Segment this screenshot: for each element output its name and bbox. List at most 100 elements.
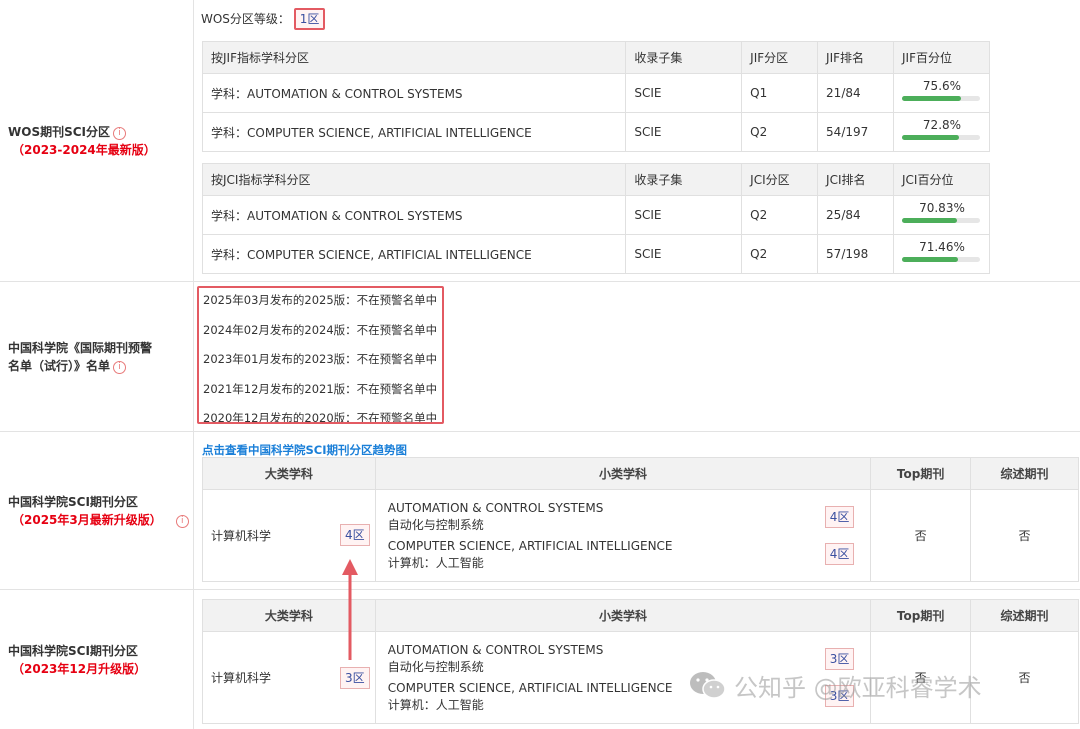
wos-sublabel: （2023-2024年最新版） [12, 142, 156, 157]
jif-rank: 54/197 [817, 112, 894, 152]
jif-subset: SCIE [625, 73, 743, 113]
list-item: 2021年12月发布的2021版：不在预警名单中 [203, 381, 438, 396]
cas2023-header-review: 综述期刊 [970, 599, 1079, 632]
wos-label-cell: WOS期刊SCI分区 i （2023-2024年最新版） [0, 0, 194, 281]
list-item: 2023年01月发布的2023版：不在预警名单中 [203, 352, 438, 366]
jif-subject: 学科：AUTOMATION & CONTROL SYSTEMS [201, 73, 627, 113]
progress-fill [901, 257, 958, 262]
annotation-arrow [342, 559, 358, 660]
cas2023-minor-cn: 自动化与控制系统 [387, 660, 484, 674]
cas2025-minor-zone: 4区 [824, 543, 855, 565]
info-icon[interactable]: i [113, 126, 126, 140]
table-row: 计算机科学 3区 AUTOMATION & CONTROL SYSTEMS 自动… [202, 631, 1079, 724]
list-item: 2020年12月发布的2020版：不在预警名单中 [203, 411, 438, 424]
wos-level-badge: 1区 [293, 8, 326, 30]
jci-header-subset: 收录子集 [625, 163, 743, 196]
jif-header-quartile: JIF分区 [741, 41, 819, 74]
jif-quartile: Q2 [741, 112, 819, 152]
jif-percentile-cell: 75.6% [892, 73, 991, 113]
jci-header-rank: JCI排名 [817, 163, 894, 196]
cas2023-header-top: Top期刊 [870, 599, 972, 632]
cas-trend-link[interactable]: 点击查看中国科学院SCI期刊分区趋势图 [202, 442, 407, 458]
jci-quartile: Q2 [741, 195, 819, 235]
cas2025-minor-cell: AUTOMATION & CONTROL SYSTEMS 自动化与控制系统 4区… [374, 489, 872, 582]
cas2025-header-review: 综述期刊 [970, 457, 1079, 490]
cas2023-minor-zone: 3区 [824, 685, 855, 707]
wos-section: WOS期刊SCI分区 i （2023-2024年最新版） WOS分区等级： 1区 … [0, 0, 1080, 282]
arrow-head [342, 559, 358, 575]
cas2023-major: 计算机科学 [211, 671, 272, 685]
cas2023-sublabel: （2023年12月升级版） [12, 661, 147, 676]
cas2023-review: 否 [970, 631, 1079, 724]
cas2025-major-zone: 4区 [340, 524, 370, 546]
jci-rank: 57/198 [817, 234, 894, 274]
warning-label-cell: 中国科学院《国际期刊预警 名单（试行）》名单 i [0, 282, 194, 431]
warning-label-line1: 中国科学院《国际期刊预警 [8, 340, 153, 355]
cas2025-minor-en: AUTOMATION & CONTROL SYSTEMS [387, 501, 604, 515]
jif-header-rank: JIF排名 [817, 41, 894, 74]
jci-header-quartile: JCI分区 [741, 163, 819, 196]
warning-list: 2025年03月发布的2025版：不在预警名单中 2024年02月发布的2024… [197, 286, 444, 424]
cas2025-major: 计算机科学 [211, 529, 272, 543]
progress-bar [901, 218, 980, 223]
cas2025-header-major: 大类学科 [202, 457, 376, 490]
jci-subject: 学科：COMPUTER SCIENCE, ARTIFICIAL INTELLIG… [201, 234, 627, 274]
cas2023-label-cell: 中国科学院SCI期刊分区 （2023年12月升级版） [0, 590, 194, 729]
jci-percentile-text: 70.83% [919, 201, 965, 215]
jci-percentile-cell: 70.83% [892, 195, 991, 235]
cas2023-header-minor: 小类学科 [374, 599, 872, 632]
jif-percentile-text: 72.8% [922, 118, 962, 132]
progress-bar [901, 96, 980, 101]
jif-table: 按JIF指标学科分区 收录子集 JIF分区 JIF排名 JIF百分位 学科：AU… [201, 41, 991, 152]
jci-quartile: Q2 [741, 234, 819, 274]
cas2025-table: 大类学科 小类学科 Top期刊 综述期刊 计算机科学 4区 AUTOMATION… [202, 457, 1079, 582]
cas2025-section: 中国科学院SCI期刊分区 （2025年3月最新升级版） i 点击查看中国科学院SC… [0, 432, 1080, 590]
jif-rank: 21/84 [817, 73, 894, 113]
list-item: 2024年02月发布的2024版：不在预警名单中 [203, 322, 438, 337]
cas2023-minor-cell: AUTOMATION & CONTROL SYSTEMS 自动化与控制系统 3区… [374, 631, 872, 724]
progress-fill [901, 96, 961, 101]
cas2023-table: 大类学科 小类学科 Top期刊 综述期刊 计算机科学 3区 AUTOMATION… [202, 599, 1079, 724]
wos-level: WOS分区等级： 1区 [201, 8, 326, 30]
jci-subset: SCIE [625, 195, 743, 235]
warning-section: 中国科学院《国际期刊预警 名单（试行）》名单 i 2025年03月发布的2025版… [0, 282, 1080, 432]
jci-percentile-cell: 71.46% [892, 234, 991, 274]
cas2023-top: 否 [870, 631, 972, 724]
cas2023-minor-en: AUTOMATION & CONTROL SYSTEMS [387, 643, 604, 657]
warning-label-line2: 名单（试行）》名单 [8, 358, 111, 373]
cas2023-major-zone: 3区 [340, 667, 370, 689]
progress-bar [901, 135, 980, 140]
cas2025-label-cell: 中国科学院SCI期刊分区 （2025年3月最新升级版） i [0, 432, 194, 589]
cas2023-minor-en: COMPUTER SCIENCE, ARTIFICIAL INTELLIGENC… [387, 681, 673, 695]
jci-header-percentile: JCI百分位 [892, 163, 991, 196]
table-row: 学科：AUTOMATION & CONTROL SYSTEMS SCIE Q2 … [201, 195, 991, 235]
jif-percentile-cell: 72.8% [892, 112, 991, 152]
cas2025-minor-cn: 自动化与控制系统 [387, 518, 484, 532]
table-row: 学科：COMPUTER SCIENCE, ARTIFICIAL INTELLIG… [201, 112, 991, 152]
jci-percentile-text: 71.46% [919, 240, 965, 254]
cas2025-header-minor: 小类学科 [374, 457, 872, 490]
jif-header-subject: 按JIF指标学科分区 [201, 41, 627, 74]
progress-fill [901, 218, 958, 223]
info-icon[interactable]: i [175, 514, 189, 528]
wos-level-label: WOS分区等级： [201, 12, 290, 26]
cas2023-minor-cn: 计算机：人工智能 [387, 698, 484, 712]
cas2025-minor-en: COMPUTER SCIENCE, ARTIFICIAL INTELLIGENC… [387, 539, 673, 553]
cas2023-minor-zone: 3区 [824, 648, 855, 670]
cas2025-label: 中国科学院SCI期刊分区 [8, 494, 138, 509]
cas2023-section: 中国科学院SCI期刊分区 （2023年12月升级版） 大类学科 小类学科 Top… [0, 590, 1080, 729]
progress-fill [901, 135, 959, 140]
jci-subset: SCIE [625, 234, 743, 274]
table-row: 计算机科学 4区 AUTOMATION & CONTROL SYSTEMS 自动… [202, 489, 1079, 582]
jif-header-subset: 收录子集 [625, 41, 743, 74]
jci-rank: 25/84 [817, 195, 894, 235]
cas2025-review: 否 [970, 489, 1079, 582]
cas2025-top: 否 [870, 489, 972, 582]
list-item: 2025年03月发布的2025版：不在预警名单中 [203, 293, 438, 307]
info-icon[interactable]: i [113, 360, 127, 374]
cas2023-label: 中国科学院SCI期刊分区 [8, 643, 138, 658]
cas2025-sublabel: （2025年3月最新升级版） [12, 512, 162, 527]
wos-label: WOS期刊SCI分区 [8, 124, 110, 139]
jci-header-subject: 按JCI指标学科分区 [201, 163, 627, 196]
jif-subset: SCIE [625, 112, 743, 152]
